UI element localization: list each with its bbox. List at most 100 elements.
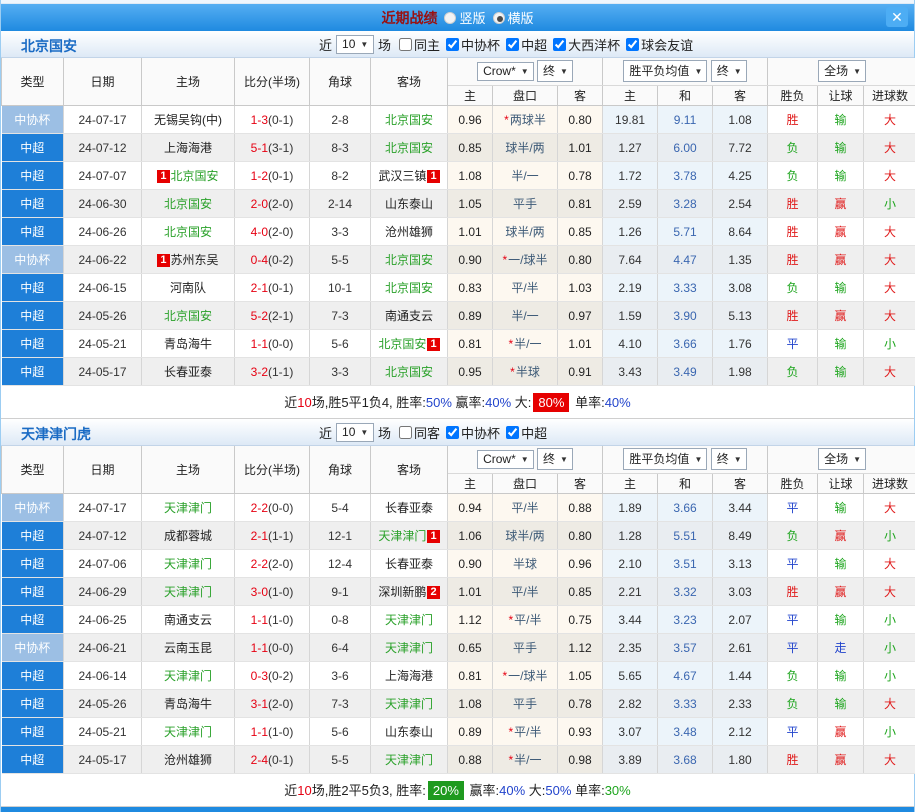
home-odds-cell: 0.81: [448, 662, 493, 690]
filter-checkbox[interactable]: [506, 426, 519, 439]
fulltime-score: 1-3: [251, 113, 268, 127]
result-cell: 平: [768, 606, 818, 634]
avg-draw-cell: 3.51: [658, 550, 713, 578]
away-team-cell: 深圳新鹏2: [371, 578, 448, 606]
radio-unselected-icon[interactable]: [444, 12, 456, 24]
home-odds-cell: 1.01: [448, 218, 493, 246]
filter-checkbox-label[interactable]: 中超: [506, 423, 547, 442]
summary-segment: 50%: [426, 395, 452, 410]
fulltime-select[interactable]: 全场: [818, 448, 866, 470]
match-row: 中超24-07-06天津津门2-2(2-0)12-4长春亚泰0.90半球0.96…: [2, 550, 915, 578]
recent-count-select[interactable]: 10: [336, 423, 374, 442]
live-star: *: [510, 365, 515, 379]
odds-final-select[interactable]: 终: [537, 448, 573, 470]
bottom-bar: [1, 807, 914, 812]
avg-select[interactable]: 胜平负均值: [623, 448, 707, 470]
handicap-cell: 平手: [493, 190, 558, 218]
match-row: 中超24-07-071北京国安1-2(0-1)8-2武汉三镇11.08半/一0.…: [2, 162, 915, 190]
odds-final-select[interactable]: 终: [537, 60, 573, 82]
bookmaker-select[interactable]: Crow*: [477, 62, 534, 81]
col-away: 客场: [371, 446, 448, 494]
date-cell: 24-05-21: [64, 718, 142, 746]
summary-segment: 近: [284, 783, 297, 798]
handicap-cell: 半/一: [493, 302, 558, 330]
handicap-text: 平/半: [511, 585, 538, 599]
goals-result-cell: 小: [864, 606, 915, 634]
radio-selected-icon[interactable]: [493, 12, 505, 24]
away-team-cell: 山东泰山: [371, 718, 448, 746]
avg-away-cell: 2.54: [713, 190, 768, 218]
filter-checkbox-label[interactable]: 中协杯: [446, 35, 500, 54]
filter-checkbox[interactable]: [553, 38, 566, 51]
avg-select[interactable]: 胜平负均值: [623, 60, 707, 82]
summary-segment: 30%: [605, 783, 631, 798]
handicap-cell: *半球: [493, 358, 558, 386]
avg-final-select[interactable]: 终: [711, 60, 747, 82]
filter-checkbox[interactable]: [626, 38, 639, 51]
home-team-cell: 1苏州东吴: [142, 246, 235, 274]
corner-cell: 8-2: [310, 162, 371, 190]
avg-final-select[interactable]: 终: [711, 448, 747, 470]
avg-draw-cell: 3.68: [658, 746, 713, 774]
filter-checkbox-text: 中超: [521, 423, 547, 442]
filter-checkbox[interactable]: [506, 38, 519, 51]
avg-draw-cell: 3.90: [658, 302, 713, 330]
avg-home-cell: 5.65: [603, 662, 658, 690]
match-row: 中超24-07-12成都蓉城2-1(1-1)12-1天津津门11.06球半/两0…: [2, 522, 915, 550]
handicap-result-cell: 输: [818, 662, 864, 690]
fulltime-select[interactable]: 全场: [818, 60, 866, 82]
home-odds-cell: 0.65: [448, 634, 493, 662]
handicap-result-cell: 赢: [818, 718, 864, 746]
filter-checkbox-label[interactable]: 中超: [506, 35, 547, 54]
filter-checkbox-label[interactable]: 大西洋杯: [553, 35, 620, 54]
bookmaker-select[interactable]: Crow*: [477, 450, 534, 469]
col-date: 日期: [64, 58, 142, 106]
match-type-cell: 中协杯: [2, 106, 64, 134]
filter-checkbox-label[interactable]: 同客: [399, 423, 440, 442]
red-card-badge: 2: [427, 586, 439, 599]
filter-checkbox-text: 中协杯: [461, 423, 500, 442]
result-cell: 平: [768, 718, 818, 746]
filter-checkbox-label[interactable]: 球会友谊: [626, 35, 693, 54]
filter-checkbox-label[interactable]: 中协杯: [446, 423, 500, 442]
filter-checkbox[interactable]: [446, 38, 459, 51]
result-cell: 负: [768, 162, 818, 190]
goals-result-cell: 大: [864, 162, 915, 190]
avg-draw-cell: 3.66: [658, 494, 713, 522]
team-label: 深圳新鹏: [378, 585, 426, 599]
avg-home-cell: 2.59: [603, 190, 658, 218]
layout-radio-vertical[interactable]: 竖版: [444, 8, 485, 27]
avg-home-cell: 2.35: [603, 634, 658, 662]
handicap-text: 平/半: [511, 281, 538, 295]
filter-checkbox[interactable]: [446, 426, 459, 439]
goals-result-cell: 大: [864, 578, 915, 606]
avg-home-cell: 1.27: [603, 134, 658, 162]
match-row: 中协杯24-07-17天津津门2-2(0-0)5-4长春亚泰0.94平/半0.8…: [2, 494, 915, 522]
handicap-result-cell: 赢: [818, 246, 864, 274]
goals-result-cell: 大: [864, 274, 915, 302]
home-odds-cell: 1.08: [448, 690, 493, 718]
handicap-cell: 平/半: [493, 494, 558, 522]
filter-checkbox-label[interactable]: 同主: [399, 35, 440, 54]
layout-radio-horizontal[interactable]: 横版: [493, 8, 534, 27]
score-cell: 5-2(2-1): [235, 302, 310, 330]
team-label: 南通支云: [164, 613, 212, 627]
home-team-cell: 成都蓉城: [142, 522, 235, 550]
filter-checkbox-text: 大西洋杯: [568, 35, 620, 54]
team-label: 天津津门: [385, 613, 433, 627]
match-type-cell: 中超: [2, 134, 64, 162]
section-header-guoan: 北京国安 近10场同主中协杯中超大西洋杯球会友谊: [1, 31, 914, 58]
radio-vertical-label: 竖版: [459, 8, 485, 27]
fulltime-score: 1-1: [251, 641, 268, 655]
team-label: 北京国安: [164, 197, 212, 211]
avg-away-cell: 1.80: [713, 746, 768, 774]
team-label: 山东泰山: [385, 197, 433, 211]
filter-checkbox[interactable]: [399, 426, 412, 439]
away-odds-cell: 0.78: [558, 162, 603, 190]
recent-count-select[interactable]: 10: [336, 35, 374, 54]
close-icon[interactable]: ✕: [886, 7, 908, 27]
date-cell: 24-05-26: [64, 690, 142, 718]
match-type-cell: 中超: [2, 358, 64, 386]
halftime-score: (1-1): [268, 529, 293, 543]
filter-checkbox[interactable]: [399, 38, 412, 51]
